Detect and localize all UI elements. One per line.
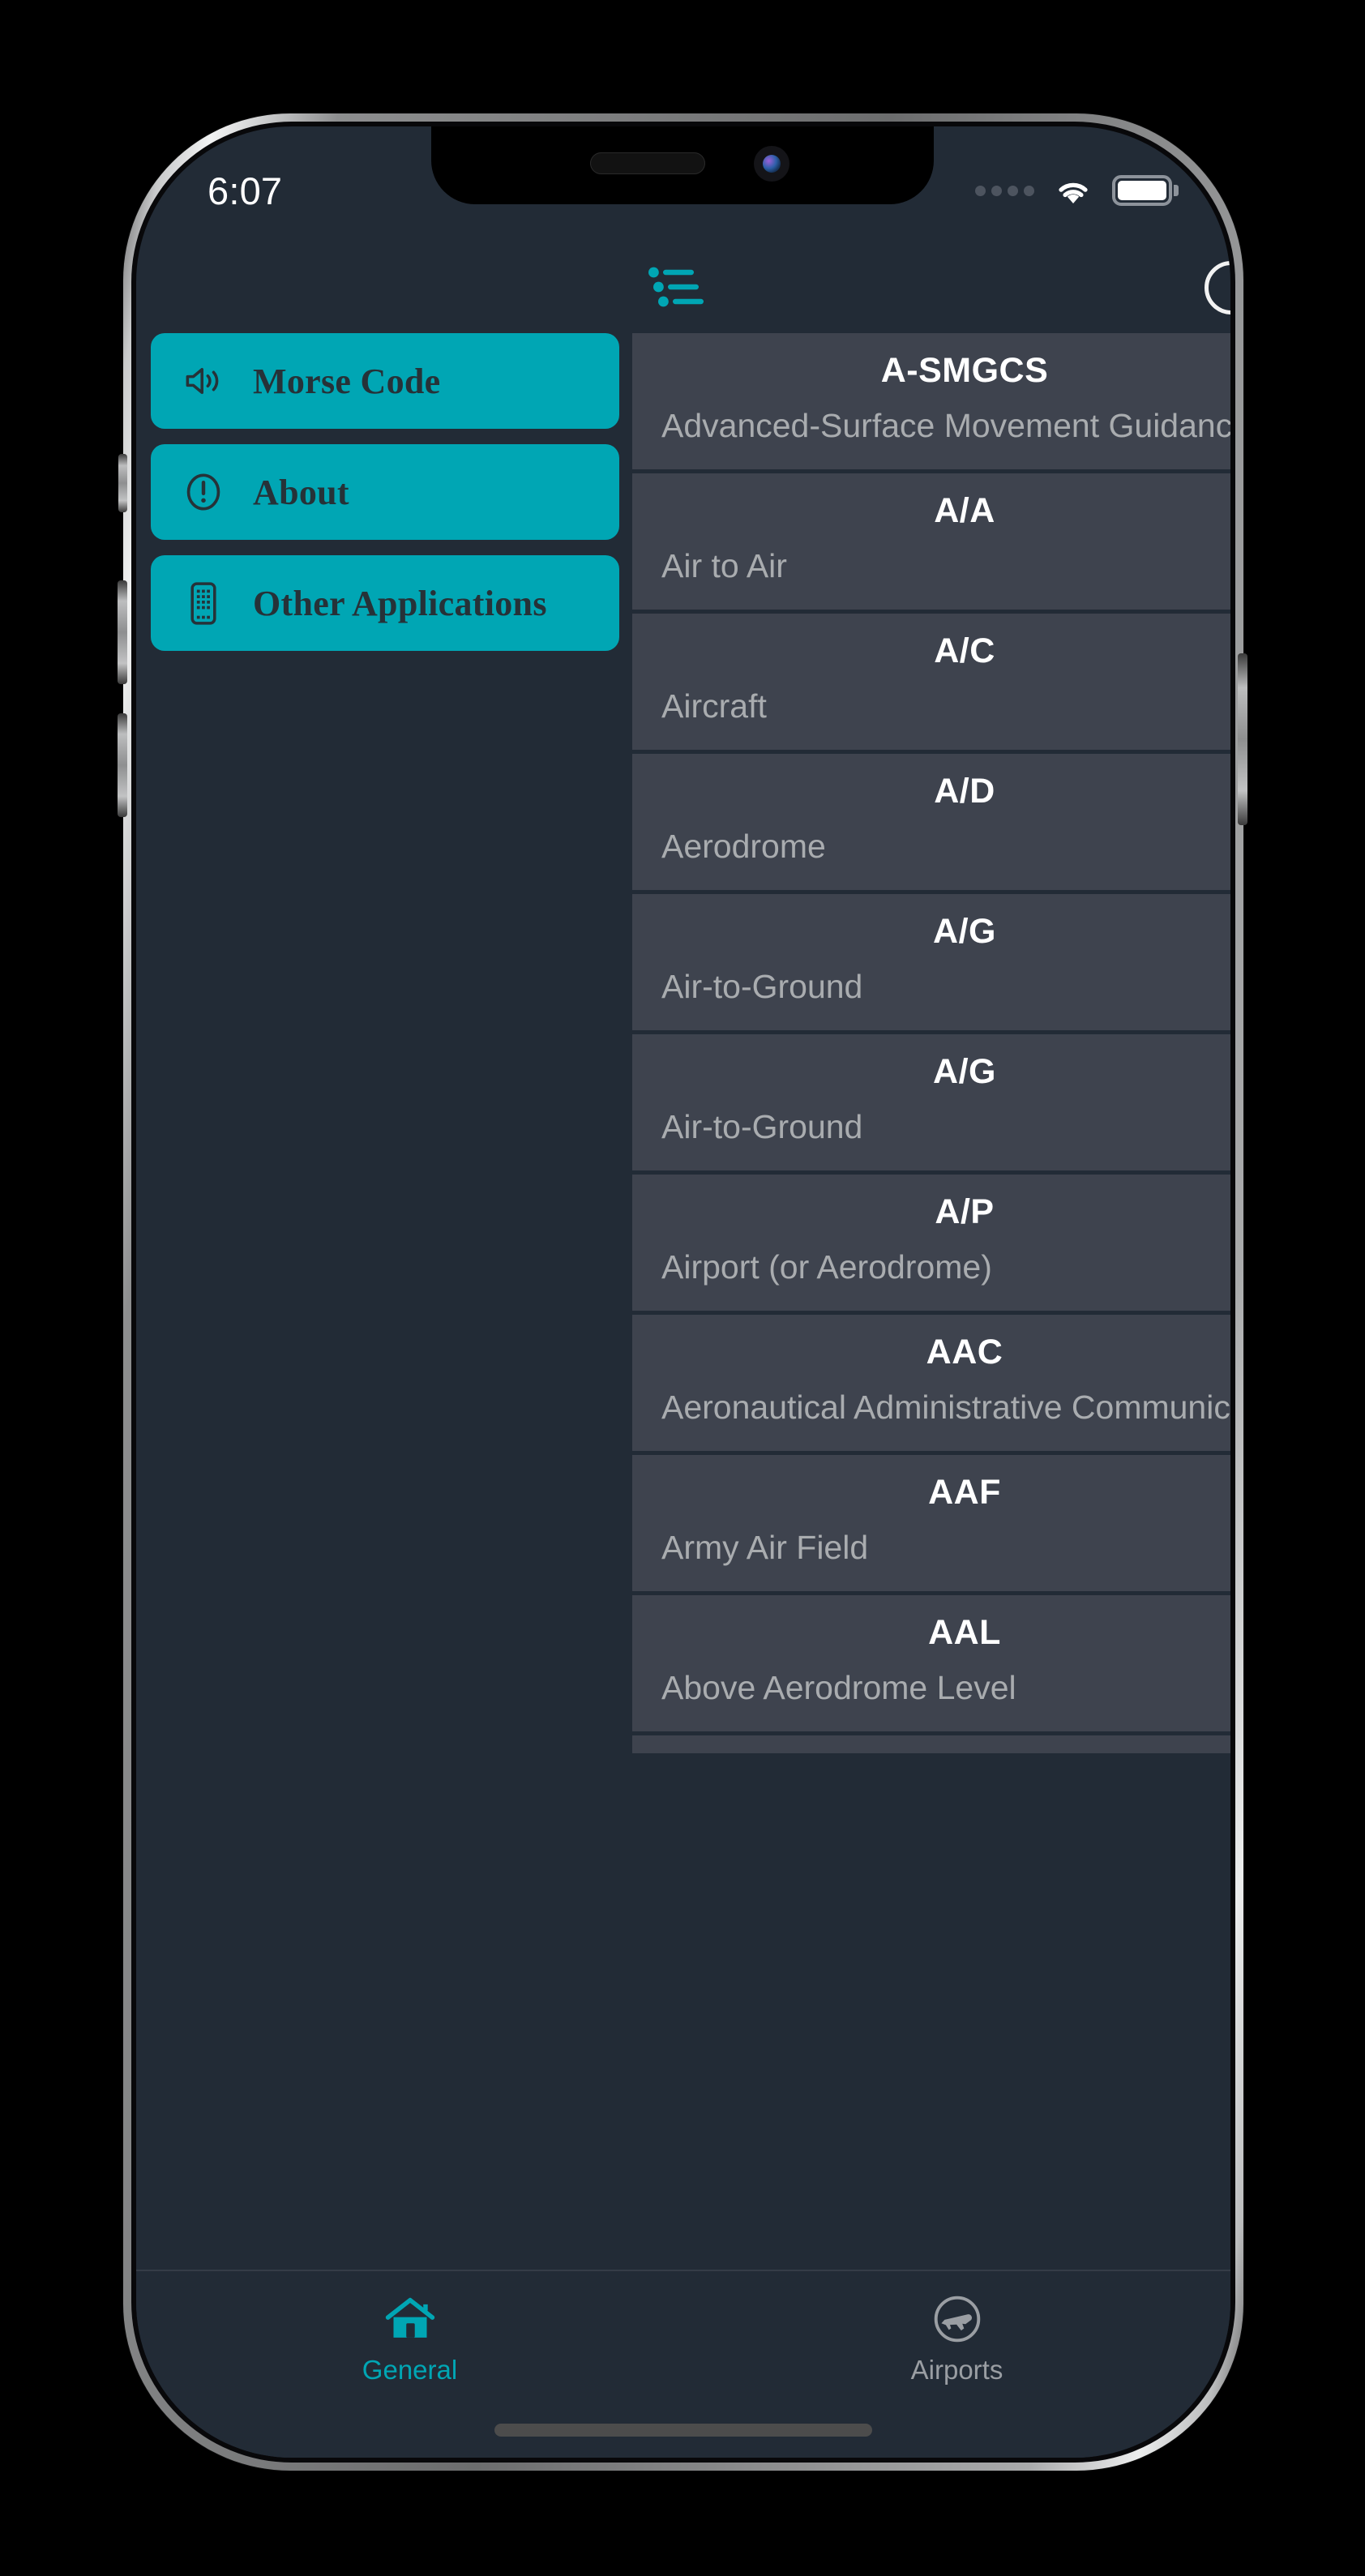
front-camera-icon xyxy=(754,146,789,182)
list-item[interactable]: A/D Aerodrome xyxy=(632,754,1230,890)
list-item-description: Airport (or Aerodrome) xyxy=(661,1248,992,1286)
sidebar-item-label: Morse Code xyxy=(253,361,441,401)
list-item[interactable]: A/G Air-to-Ground xyxy=(632,894,1230,1030)
sidebar-item-morse-code[interactable]: Morse Code xyxy=(151,333,619,429)
staggered-list-icon[interactable] xyxy=(648,263,708,311)
tab-label: Airports xyxy=(910,2355,1003,2385)
list-item[interactable]: A/P Airport (or Aerodrome) xyxy=(632,1175,1230,1311)
list-item-description: Army Air Field xyxy=(661,1529,869,1566)
tab-general[interactable]: General xyxy=(136,2292,683,2386)
volume-up-button[interactable] xyxy=(118,580,127,684)
wifi-icon xyxy=(1059,182,1088,204)
list-item[interactable]: A/C Aircraft xyxy=(632,614,1230,750)
mobile-device-icon xyxy=(182,581,225,625)
list-item[interactable]: A/G Air-to-Ground xyxy=(632,1034,1230,1170)
exclamation-circle-icon xyxy=(182,470,225,514)
status-icons xyxy=(975,175,1179,206)
list-item-description: Advanced-Surface Movement Guidance and C… xyxy=(661,407,1230,444)
abbreviation-list-panel[interactable]: A-SMGCS Advanced-Surface Movement Guidanc… xyxy=(632,333,1230,2270)
list-item[interactable]: A/A Air to Air xyxy=(632,473,1230,610)
tab-label: General xyxy=(362,2355,458,2385)
list-item-description: Aircraft xyxy=(661,687,767,725)
list-item-description: Aerodrome xyxy=(661,828,826,865)
list-item[interactable]: A-SMGCS Advanced-Surface Movement Guidanc… xyxy=(632,333,1230,469)
list-item-code: A/P xyxy=(935,1192,995,1231)
app-body: Morse Code About Other Applications A-SM… xyxy=(136,333,1230,2270)
list-item-partial[interactable] xyxy=(632,1735,1230,1753)
abbreviation-list: A-SMGCS Advanced-Surface Movement Guidanc… xyxy=(632,333,1230,1753)
list-item-code: AAL xyxy=(928,1613,1001,1652)
home-icon xyxy=(383,2292,437,2346)
list-item[interactable]: AAF Army Air Field xyxy=(632,1455,1230,1591)
list-item-description: Above Aerodrome Level xyxy=(661,1669,1016,1706)
list-item-code: A/D xyxy=(934,772,995,811)
list-item-description: Air-to-Ground xyxy=(661,968,863,1005)
sidebar-item-label: About xyxy=(253,472,349,512)
battery-full-icon xyxy=(1112,175,1179,206)
list-item[interactable]: AAL Above Aerodrome Level xyxy=(632,1595,1230,1731)
silent-switch-button[interactable] xyxy=(118,454,127,512)
tab-airports[interactable]: Airports xyxy=(683,2292,1230,2386)
airplane-circle-icon xyxy=(931,2292,984,2346)
list-item-description: Aeronautical Administrative Communicatio… xyxy=(661,1389,1230,1426)
list-item-code: AAC xyxy=(926,1333,1003,1371)
power-button[interactable] xyxy=(1238,653,1247,825)
list-item-description: Air-to-Ground xyxy=(661,1108,863,1145)
status-time: 6:07 xyxy=(208,169,283,212)
list-item-code: A/G xyxy=(933,912,996,951)
sidebar: Morse Code About Other Applications xyxy=(136,333,632,2270)
speaker-wave-icon xyxy=(182,359,225,403)
device-notch xyxy=(431,126,934,204)
list-item-code: A/C xyxy=(934,631,995,670)
device-screen: 6:07 Morse Code About Other Applications… xyxy=(136,126,1230,2458)
home-indicator[interactable] xyxy=(494,2424,872,2437)
list-item-code: A/A xyxy=(934,491,995,530)
circle-icon[interactable] xyxy=(1205,261,1230,315)
sidebar-item-label: Other Applications xyxy=(253,583,547,623)
list-item[interactable]: AAC Aeronautical Administrative Communica… xyxy=(632,1315,1230,1451)
sidebar-item-about[interactable]: About xyxy=(151,444,619,540)
nav-bar xyxy=(136,232,1230,333)
list-item-code: A/G xyxy=(933,1052,996,1091)
list-item-code: AAF xyxy=(928,1473,1001,1512)
list-item-description: Air to Air xyxy=(661,547,787,584)
device-stage: 6:07 Morse Code About Other Applications… xyxy=(0,0,1365,2576)
volume-down-button[interactable] xyxy=(118,713,127,817)
sidebar-item-other-applications[interactable]: Other Applications xyxy=(151,555,619,651)
list-item-code: A-SMGCS xyxy=(880,351,1049,390)
earpiece-speaker-icon xyxy=(590,152,705,174)
signal-dots-icon xyxy=(975,185,1034,196)
